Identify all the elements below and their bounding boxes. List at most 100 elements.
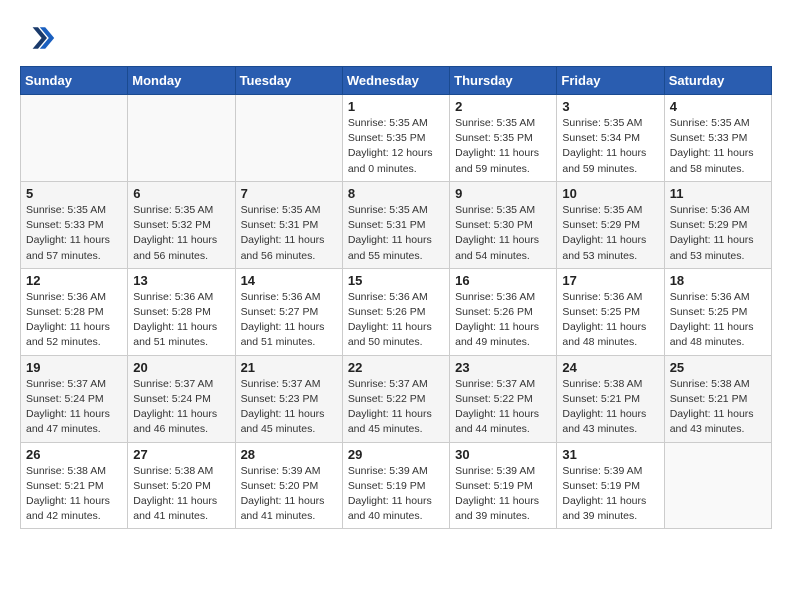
calendar-cell: 4 Sunrise: 5:35 AMSunset: 5:33 PMDaylight… <box>664 95 771 182</box>
day-number: 29 <box>348 447 444 462</box>
header-thursday: Thursday <box>450 67 557 95</box>
day-number: 11 <box>670 186 766 201</box>
day-number: 28 <box>241 447 337 462</box>
day-number: 5 <box>26 186 122 201</box>
calendar-cell: 21 Sunrise: 5:37 AMSunset: 5:23 PMDayligh… <box>235 355 342 442</box>
day-number: 27 <box>133 447 229 462</box>
calendar-cell <box>21 95 128 182</box>
day-number: 6 <box>133 186 229 201</box>
day-info: Sunrise: 5:37 AMSunset: 5:22 PMDaylight:… <box>455 377 551 438</box>
day-number: 26 <box>26 447 122 462</box>
day-number: 12 <box>26 273 122 288</box>
page-header <box>20 20 772 56</box>
day-info: Sunrise: 5:36 AMSunset: 5:25 PMDaylight:… <box>562 290 658 351</box>
calendar-cell: 25 Sunrise: 5:38 AMSunset: 5:21 PMDayligh… <box>664 355 771 442</box>
calendar-cell: 19 Sunrise: 5:37 AMSunset: 5:24 PMDayligh… <box>21 355 128 442</box>
calendar-cell <box>128 95 235 182</box>
day-info: Sunrise: 5:36 AMSunset: 5:29 PMDaylight:… <box>670 203 766 264</box>
calendar-cell: 30 Sunrise: 5:39 AMSunset: 5:19 PMDayligh… <box>450 442 557 529</box>
day-info: Sunrise: 5:35 AMSunset: 5:35 PMDaylight:… <box>348 116 444 177</box>
calendar-cell: 17 Sunrise: 5:36 AMSunset: 5:25 PMDayligh… <box>557 268 664 355</box>
calendar-header-row: SundayMondayTuesdayWednesdayThursdayFrid… <box>21 67 772 95</box>
calendar-cell <box>664 442 771 529</box>
day-info: Sunrise: 5:39 AMSunset: 5:19 PMDaylight:… <box>455 464 551 525</box>
day-info: Sunrise: 5:36 AMSunset: 5:26 PMDaylight:… <box>455 290 551 351</box>
calendar-cell: 11 Sunrise: 5:36 AMSunset: 5:29 PMDayligh… <box>664 181 771 268</box>
logo <box>20 20 60 56</box>
week-row-2: 5 Sunrise: 5:35 AMSunset: 5:33 PMDaylight… <box>21 181 772 268</box>
calendar-cell: 7 Sunrise: 5:35 AMSunset: 5:31 PMDaylight… <box>235 181 342 268</box>
calendar-cell: 22Sunrise: 5:37 AMSunset: 5:22 PMDayligh… <box>342 355 449 442</box>
day-number: 4 <box>670 99 766 114</box>
day-number: 3 <box>562 99 658 114</box>
day-number: 1 <box>348 99 444 114</box>
calendar-cell: 14 Sunrise: 5:36 AMSunset: 5:27 PMDayligh… <box>235 268 342 355</box>
calendar-cell: 20 Sunrise: 5:37 AMSunset: 5:24 PMDayligh… <box>128 355 235 442</box>
day-number: 10 <box>562 186 658 201</box>
day-number: 9 <box>455 186 551 201</box>
header-sunday: Sunday <box>21 67 128 95</box>
day-number: 25 <box>670 360 766 375</box>
day-info: Sunrise: 5:36 AMSunset: 5:27 PMDaylight:… <box>241 290 337 351</box>
day-info: Sunrise: 5:37 AMSunset: 5:24 PMDaylight:… <box>26 377 122 438</box>
calendar-cell <box>235 95 342 182</box>
header-wednesday: Wednesday <box>342 67 449 95</box>
week-row-4: 19 Sunrise: 5:37 AMSunset: 5:24 PMDayligh… <box>21 355 772 442</box>
day-number: 20 <box>133 360 229 375</box>
day-number: 19 <box>26 360 122 375</box>
day-number: 2 <box>455 99 551 114</box>
day-number: 21 <box>241 360 337 375</box>
day-info: Sunrise: 5:39 AMSunset: 5:20 PMDaylight:… <box>241 464 337 525</box>
day-info: Sunrise: 5:35 AMSunset: 5:29 PMDaylight:… <box>562 203 658 264</box>
day-info: Sunrise: 5:35 AMSunset: 5:32 PMDaylight:… <box>133 203 229 264</box>
day-info: Sunrise: 5:36 AMSunset: 5:28 PMDaylight:… <box>26 290 122 351</box>
day-info: Sunrise: 5:39 AMSunset: 5:19 PMDaylight:… <box>562 464 658 525</box>
calendar-cell: 28 Sunrise: 5:39 AMSunset: 5:20 PMDayligh… <box>235 442 342 529</box>
day-number: 24 <box>562 360 658 375</box>
calendar-cell: 24 Sunrise: 5:38 AMSunset: 5:21 PMDayligh… <box>557 355 664 442</box>
calendar-cell: 10 Sunrise: 5:35 AMSunset: 5:29 PMDayligh… <box>557 181 664 268</box>
logo-icon <box>20 20 56 56</box>
week-row-5: 26 Sunrise: 5:38 AMSunset: 5:21 PMDayligh… <box>21 442 772 529</box>
day-info: Sunrise: 5:37 AMSunset: 5:22 PMDaylight:… <box>348 377 444 438</box>
day-info: Sunrise: 5:37 AMSunset: 5:23 PMDaylight:… <box>241 377 337 438</box>
day-number: 7 <box>241 186 337 201</box>
header-monday: Monday <box>128 67 235 95</box>
calendar-cell: 26 Sunrise: 5:38 AMSunset: 5:21 PMDayligh… <box>21 442 128 529</box>
calendar-cell: 3Sunrise: 5:35 AMSunset: 5:34 PMDaylight… <box>557 95 664 182</box>
day-info: Sunrise: 5:35 AMSunset: 5:30 PMDaylight:… <box>455 203 551 264</box>
day-number: 14 <box>241 273 337 288</box>
calendar-cell: 2 Sunrise: 5:35 AMSunset: 5:35 PMDaylight… <box>450 95 557 182</box>
header-tuesday: Tuesday <box>235 67 342 95</box>
calendar-table: SundayMondayTuesdayWednesdayThursdayFrid… <box>20 66 772 529</box>
calendar-cell: 1 Sunrise: 5:35 AMSunset: 5:35 PMDaylight… <box>342 95 449 182</box>
calendar-cell: 29Sunrise: 5:39 AMSunset: 5:19 PMDayligh… <box>342 442 449 529</box>
day-number: 18 <box>670 273 766 288</box>
day-info: Sunrise: 5:35 AMSunset: 5:33 PMDaylight:… <box>26 203 122 264</box>
calendar-cell: 8 Sunrise: 5:35 AMSunset: 5:31 PMDaylight… <box>342 181 449 268</box>
day-number: 13 <box>133 273 229 288</box>
day-info: Sunrise: 5:38 AMSunset: 5:21 PMDaylight:… <box>670 377 766 438</box>
day-info: Sunrise: 5:36 AMSunset: 5:25 PMDaylight:… <box>670 290 766 351</box>
day-info: Sunrise: 5:38 AMSunset: 5:21 PMDaylight:… <box>562 377 658 438</box>
calendar-cell: 6 Sunrise: 5:35 AMSunset: 5:32 PMDaylight… <box>128 181 235 268</box>
day-number: 8 <box>348 186 444 201</box>
day-info: Sunrise: 5:35 AMSunset: 5:31 PMDaylight:… <box>241 203 337 264</box>
day-info: Sunrise: 5:37 AMSunset: 5:24 PMDaylight:… <box>133 377 229 438</box>
day-info: Sunrise: 5:38 AMSunset: 5:21 PMDaylight:… <box>26 464 122 525</box>
day-info: Sunrise: 5:35 AMSunset: 5:35 PMDaylight:… <box>455 116 551 177</box>
day-number: 30 <box>455 447 551 462</box>
calendar-cell: 23 Sunrise: 5:37 AMSunset: 5:22 PMDayligh… <box>450 355 557 442</box>
calendar-cell: 18 Sunrise: 5:36 AMSunset: 5:25 PMDayligh… <box>664 268 771 355</box>
week-row-1: 1 Sunrise: 5:35 AMSunset: 5:35 PMDaylight… <box>21 95 772 182</box>
day-number: 15 <box>348 273 444 288</box>
day-number: 17 <box>562 273 658 288</box>
calendar-cell: 5 Sunrise: 5:35 AMSunset: 5:33 PMDaylight… <box>21 181 128 268</box>
calendar-cell: 12 Sunrise: 5:36 AMSunset: 5:28 PMDayligh… <box>21 268 128 355</box>
day-number: 23 <box>455 360 551 375</box>
day-info: Sunrise: 5:38 AMSunset: 5:20 PMDaylight:… <box>133 464 229 525</box>
day-info: Sunrise: 5:35 AMSunset: 5:33 PMDaylight:… <box>670 116 766 177</box>
calendar-cell: 27 Sunrise: 5:38 AMSunset: 5:20 PMDayligh… <box>128 442 235 529</box>
day-info: Sunrise: 5:35 AMSunset: 5:31 PMDaylight:… <box>348 203 444 264</box>
calendar-cell: 31Sunrise: 5:39 AMSunset: 5:19 PMDayligh… <box>557 442 664 529</box>
